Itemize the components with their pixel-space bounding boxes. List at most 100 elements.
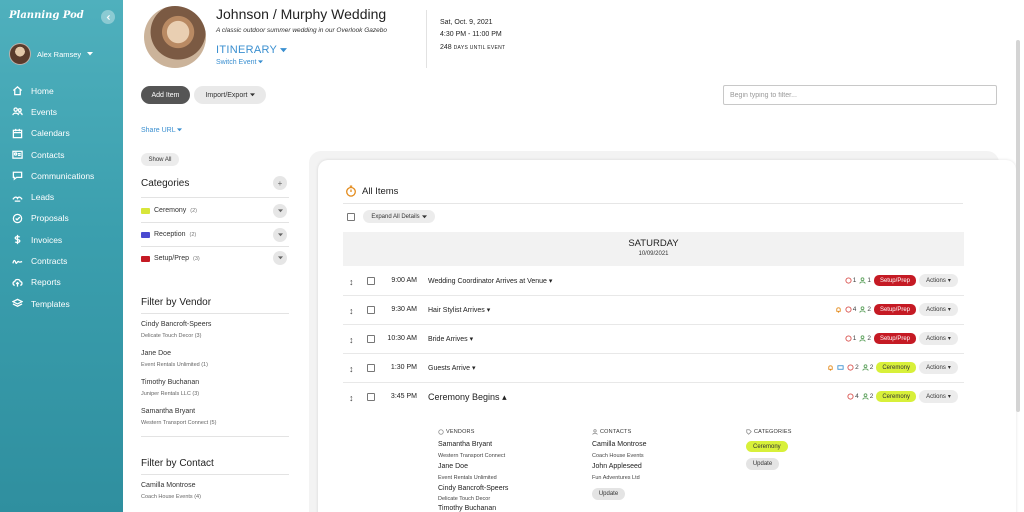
vendor-filter-company: Juniper Rentals LLC (3): [141, 391, 200, 397]
switch-event-link[interactable]: Switch Event: [216, 59, 264, 66]
categories-heading: Categories: [141, 178, 190, 189]
contact-filter-item[interactable]: Camilla Montrose: [141, 482, 195, 489]
category-badge: Setup/Prep: [873, 304, 916, 315]
itinerary-row[interactable]: ↕ 10:30 AM Bride Arrives ▾ 1 2 Setup/Pre…: [343, 325, 964, 354]
vendor-filter-company: Delicate Touch Decor (3): [141, 333, 202, 339]
vendor-icon: [847, 393, 854, 400]
sidebar-item-label: Communications: [31, 170, 95, 181]
row-title[interactable]: Bride Arrives ▾: [428, 335, 473, 343]
row-checkbox[interactable]: [367, 277, 375, 285]
vendor-filter-item[interactable]: Jane Doe: [141, 350, 171, 357]
category-label: Setup/Prep: [154, 255, 190, 262]
actions-button[interactable]: Actions ▾: [919, 274, 958, 287]
show-all-button[interactable]: Show All: [141, 153, 179, 166]
contacts-detail-label: CONTACTS: [600, 429, 632, 435]
person-icon: [862, 364, 869, 371]
actions-button[interactable]: Actions ▾: [919, 332, 958, 345]
select-all-checkbox[interactable]: [347, 213, 355, 221]
user-menu[interactable]: Alex Ramsey: [9, 43, 94, 65]
category-badge: Setup/Prep: [873, 333, 916, 344]
tag-icon: [746, 429, 752, 435]
row-meta: 4 2 Ceremony Actions ▾: [847, 390, 958, 403]
vendor-count-value: 4: [855, 393, 859, 400]
category-item-ceremony[interactable]: Ceremony (2): [141, 207, 197, 214]
import-export-button[interactable]: Import/Export: [194, 86, 266, 104]
row-title[interactable]: Guests Arrive ▾: [428, 364, 475, 372]
actions-button[interactable]: Actions ▾: [919, 390, 958, 403]
detail-vendor-company: Delicate Touch Decor: [438, 496, 491, 502]
sidebar-item-reports[interactable]: Reports: [0, 272, 123, 293]
add-category-button[interactable]: +: [273, 176, 287, 190]
vendor-filter-item[interactable]: Cindy Bancroft-Speers: [141, 321, 211, 328]
sidebar-item-leads[interactable]: Leads: [0, 186, 123, 207]
itinerary-label: ITINERARY: [216, 44, 277, 56]
actions-button[interactable]: Actions ▾: [919, 361, 958, 374]
sidebar-item-proposals[interactable]: Proposals: [0, 208, 123, 229]
update-categories-button[interactable]: Update: [746, 458, 779, 470]
row-title[interactable]: Wedding Coordinator Arrives at Venue ▾: [428, 277, 552, 285]
category-menu-button[interactable]: [273, 251, 287, 265]
row-checkbox[interactable]: [367, 393, 375, 401]
days-label: DAYS UNTIL EVENT: [453, 45, 506, 51]
drag-handle-icon[interactable]: ↕: [349, 393, 354, 403]
row-title[interactable]: Hair Stylist Arrives ▾: [428, 306, 490, 314]
vendor-filter-item[interactable]: Timothy Buchanan: [141, 379, 199, 386]
chat-icon: [12, 171, 23, 181]
lead-icon: [12, 196, 23, 202]
itinerary-row[interactable]: ↕ 1:30 PM Guests Arrive ▾ 2 2 Ceremony A…: [343, 354, 964, 383]
sidebar-item-invoices[interactable]: Invoices: [0, 229, 123, 250]
sidebar-item-contacts[interactable]: Contacts: [0, 144, 123, 165]
contact-card-icon: [12, 150, 23, 159]
sidebar-item-calendars[interactable]: Calendars: [0, 123, 123, 144]
sidebar-item-label: Templates: [31, 298, 70, 309]
category-item-setup-prep[interactable]: Setup/Prep (3): [141, 255, 200, 262]
bell-icon: [827, 364, 834, 371]
add-item-button[interactable]: Add Item: [141, 86, 190, 104]
row-checkbox[interactable]: [367, 364, 375, 372]
category-item-reception[interactable]: Reception (2): [141, 231, 196, 238]
row-meta: 2 2 Ceremony Actions ▾: [827, 361, 958, 374]
contact-count-value: 2: [869, 364, 874, 371]
actions-button[interactable]: Actions ▾: [919, 303, 958, 316]
row-title[interactable]: Ceremony Begins ▴: [428, 392, 507, 403]
caret-down-icon: ▾: [469, 336, 474, 343]
vendor-filter-item[interactable]: Samantha Bryant: [141, 408, 195, 415]
divider: [141, 313, 289, 314]
filter-input[interactable]: [723, 85, 997, 105]
drag-handle-icon[interactable]: ↕: [349, 306, 354, 316]
drag-handle-icon[interactable]: ↕: [349, 335, 354, 345]
sidebar-item-label: Contracts: [31, 256, 68, 267]
sidebar-item-label: Home: [31, 85, 54, 96]
itinerary-row[interactable]: ↕ 9:30 AM Hair Stylist Arrives ▾ 4 2 Set…: [343, 296, 964, 325]
sidebar-item-templates[interactable]: Templates: [0, 293, 123, 314]
caret-down-icon: ▾: [947, 336, 951, 342]
category-menu-button[interactable]: [273, 204, 287, 218]
itinerary-dropdown[interactable]: ITINERARY: [216, 44, 288, 56]
sidebar-item-home[interactable]: Home: [0, 80, 123, 101]
page-scrollbar[interactable]: [1016, 40, 1020, 412]
category-badge: Setup/Prep: [873, 275, 916, 286]
row-checkbox[interactable]: [367, 335, 375, 343]
expand-all-details-button[interactable]: Expand All Details: [363, 210, 435, 223]
person-icon: [859, 335, 866, 342]
sidebar-item-communications[interactable]: Communications: [0, 165, 123, 186]
sidebar-item-label: Invoices: [31, 234, 63, 245]
all-items-heading: All Items: [345, 185, 398, 197]
share-url-link[interactable]: Share URL: [141, 127, 183, 134]
vendor-count: 2: [847, 364, 859, 371]
sidebar-item-events[interactable]: Events: [0, 101, 123, 122]
home-icon: [12, 86, 23, 96]
drag-handle-icon[interactable]: ↕: [349, 364, 354, 374]
proposal-icon: [12, 213, 23, 224]
sidebar-item-contracts[interactable]: Contracts: [0, 250, 123, 271]
row-checkbox[interactable]: [367, 306, 375, 314]
update-contacts-button[interactable]: Update: [592, 488, 625, 500]
category-menu-button[interactable]: [273, 228, 287, 242]
person-icon: [592, 429, 598, 435]
itinerary-row[interactable]: ↕ 3:45 PM Ceremony Begins ▴ 4 2 Ceremony…: [343, 383, 964, 412]
event-time: 4:30 PM - 11:00 PM: [440, 31, 502, 38]
drag-handle-icon[interactable]: ↕: [349, 277, 354, 287]
person-icon: [862, 393, 869, 400]
itinerary-row[interactable]: ↕ 9:00 AM Wedding Coordinator Arrives at…: [343, 267, 964, 296]
collapse-sidebar-button[interactable]: [101, 10, 115, 24]
